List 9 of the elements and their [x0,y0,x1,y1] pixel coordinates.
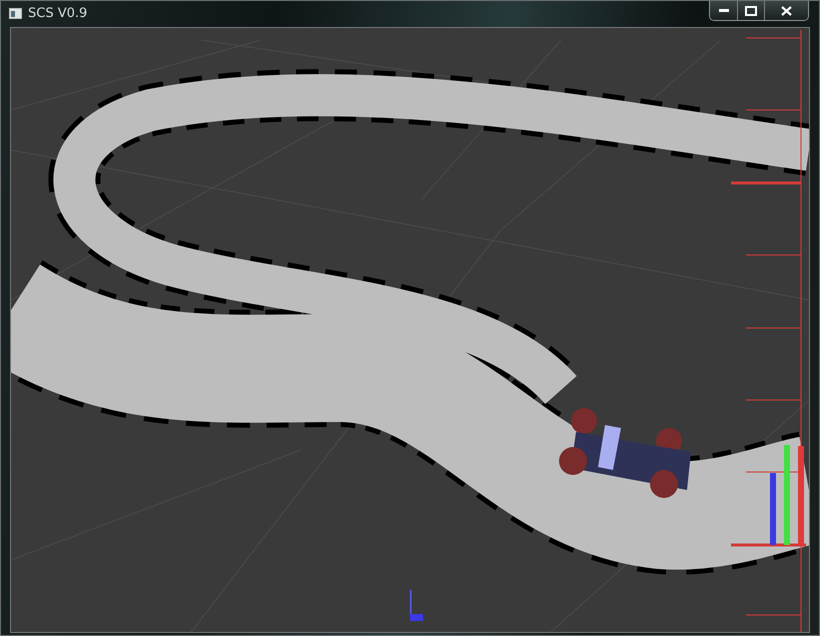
window-title: SCS V0.9 [28,6,88,21]
minimize-icon [718,8,728,12]
close-button[interactable] [764,1,808,20]
maximize-button[interactable] [737,1,764,20]
minimize-button[interactable] [710,1,737,20]
maximize-icon [745,6,757,16]
app-icon [9,8,22,19]
close-icon [781,6,792,16]
axis-marker-icon [410,590,423,621]
